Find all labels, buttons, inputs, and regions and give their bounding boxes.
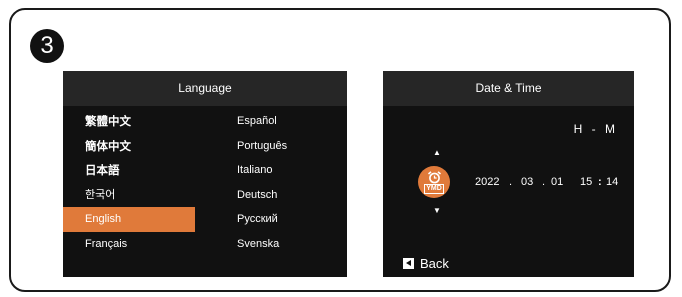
- alarm-clock-glyph: [427, 170, 441, 183]
- time-separator: :: [598, 176, 602, 188]
- language-list-right: Español Português Italiano Deutsch Русск…: [237, 109, 337, 257]
- language-option-spanish[interactable]: Español: [237, 109, 337, 134]
- language-option-french[interactable]: Français: [63, 232, 195, 257]
- back-icon: [403, 258, 414, 269]
- month-value[interactable]: 03: [521, 176, 533, 188]
- language-screen: Language 繁體中文 簡体中文 日本語 한국어 English Franç…: [63, 71, 347, 277]
- day-value[interactable]: 01: [551, 176, 563, 188]
- hour-value[interactable]: 15: [580, 176, 592, 188]
- triangle-down-icon[interactable]: ▼: [433, 206, 441, 215]
- triangle-up-icon[interactable]: ▲: [433, 148, 441, 157]
- language-option-german[interactable]: Deutsch: [237, 183, 337, 208]
- back-button[interactable]: Back: [403, 256, 449, 271]
- datetime-screen: Date & Time H - M ▲ YMD ▼ 2022 . 03 . 01…: [383, 71, 634, 277]
- language-option-italian[interactable]: Italiano: [237, 158, 337, 183]
- language-title: Language: [63, 71, 347, 106]
- language-option-russian[interactable]: Русский: [237, 207, 337, 232]
- minute-value[interactable]: 14: [606, 176, 618, 188]
- back-label: Back: [420, 256, 449, 271]
- language-option-japanese[interactable]: 日本語: [63, 158, 195, 183]
- year-value[interactable]: 2022: [475, 176, 499, 188]
- language-option-korean[interactable]: 한국어: [63, 183, 195, 208]
- hour-minute-label: H - M: [573, 122, 618, 136]
- language-list-left: 繁體中文 簡体中文 日本語 한국어 English Français: [63, 109, 195, 257]
- clock-icon: YMD: [418, 166, 450, 198]
- language-option-traditional-chinese[interactable]: 繁體中文: [63, 109, 195, 134]
- language-option-portuguese[interactable]: Português: [237, 134, 337, 159]
- language-option-english[interactable]: English: [63, 207, 195, 232]
- step-number-badge: 3: [30, 29, 64, 63]
- ymd-badge-label: YMD: [424, 183, 444, 194]
- language-option-simplified-chinese[interactable]: 簡体中文: [63, 134, 195, 159]
- date-separator-1: .: [509, 176, 513, 188]
- date-separator-2: .: [542, 176, 546, 188]
- language-option-swedish[interactable]: Svenska: [237, 232, 337, 257]
- datetime-title: Date & Time: [383, 71, 634, 106]
